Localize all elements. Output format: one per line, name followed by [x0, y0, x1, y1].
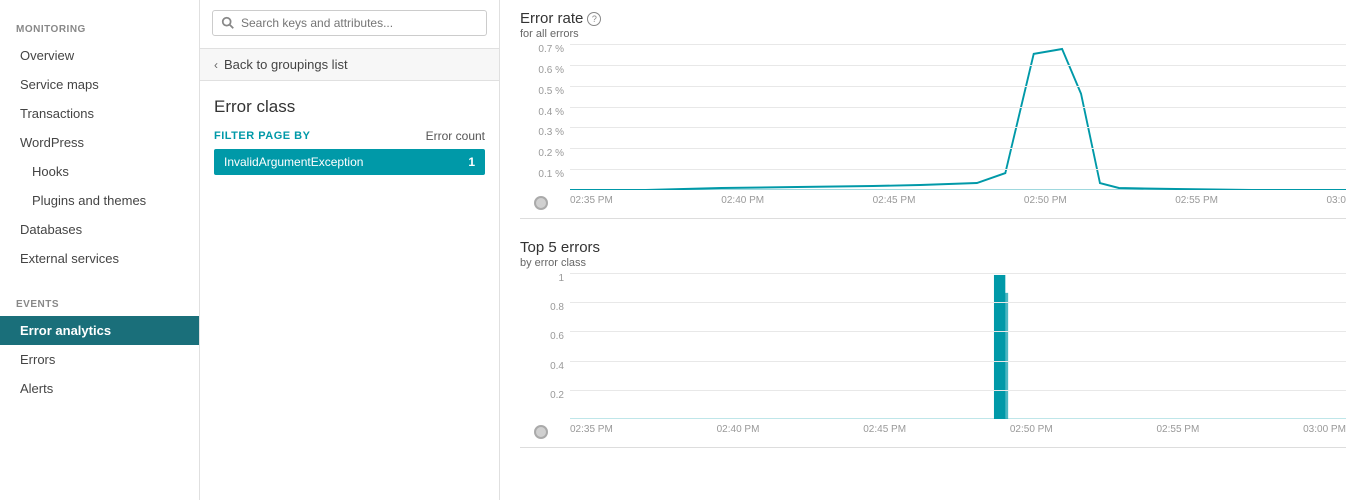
error-rate-subtitle: for all errors	[520, 28, 1346, 40]
sidebar-item-service-maps[interactable]: Service maps	[0, 70, 199, 99]
y-label-01: 0.1 %	[538, 169, 564, 180]
grid-line-t2	[570, 302, 1346, 303]
filter-header: FILTER PAGE BY Error count	[214, 129, 485, 143]
grid-line-t4	[570, 361, 1346, 362]
x-label-240: 02:40 PM	[721, 195, 764, 206]
middle-panel: ‹ Back to groupings list Error class FIL…	[200, 0, 500, 500]
help-icon[interactable]: ?	[587, 12, 601, 26]
x-label-t300: 03:00 PM	[1303, 424, 1346, 435]
top5-toggle[interactable]	[534, 425, 548, 439]
sidebar-item-external-services[interactable]: External services	[0, 244, 199, 273]
grid-line-6	[570, 148, 1346, 149]
error-rate-title: Error rate	[520, 10, 583, 27]
sidebar-item-hooks[interactable]: Hooks	[0, 157, 199, 186]
error-rate-y-axis: 0.7 % 0.6 % 0.5 % 0.4 % 0.3 % 0.2 % 0.1 …	[520, 44, 570, 190]
search-icon	[221, 16, 235, 30]
x-label-245: 02:45 PM	[873, 195, 916, 206]
y-label-1: 1	[558, 273, 564, 284]
top5-svg	[570, 273, 1346, 419]
grid-line-t5	[570, 390, 1346, 391]
top5-x-axis: 02:35 PM 02:40 PM 02:45 PM 02:50 PM 02:5…	[570, 419, 1346, 447]
error-rate-plot	[570, 44, 1346, 190]
y-label-02: 0.2	[550, 390, 564, 401]
y-label-02: 0.2 %	[538, 148, 564, 159]
x-label-235: 02:35 PM	[570, 195, 613, 206]
y-label-03: 0.3 %	[538, 127, 564, 138]
error-rate-x-axis: 02:35 PM 02:40 PM 02:45 PM 02:50 PM 02:5…	[570, 190, 1346, 218]
error-count-label: Error count	[426, 129, 485, 143]
error-rate-svg	[570, 44, 1346, 190]
sidebar-item-overview[interactable]: Overview	[0, 41, 199, 70]
x-label-255: 02:55 PM	[1175, 195, 1218, 206]
filter-exception-count: 1	[468, 155, 475, 169]
back-to-groupings-button[interactable]: ‹ Back to groupings list	[200, 48, 499, 81]
error-rate-toggle[interactable]	[534, 196, 548, 210]
top5-title: Top 5 errors	[520, 239, 1346, 256]
y-label-08: 0.8	[550, 302, 564, 313]
x-label-t255: 02:55 PM	[1157, 424, 1200, 435]
grid-line-5	[570, 127, 1346, 128]
y-label-07: 0.7 %	[538, 44, 564, 55]
grid-line-2	[570, 65, 1346, 66]
grid-line-1	[570, 44, 1346, 45]
x-label-t250: 02:50 PM	[1010, 424, 1053, 435]
sidebar-item-transactions[interactable]: Transactions	[0, 99, 199, 128]
error-class-section: Error class FILTER PAGE BY Error count I…	[200, 81, 499, 185]
sidebar-item-databases[interactable]: Databases	[0, 215, 199, 244]
x-label-t240: 02:40 PM	[717, 424, 760, 435]
sidebar: MONITORING Overview Service maps Transac…	[0, 0, 200, 500]
error-rate-section: Error rate ? for all errors 0.7 % 0.6 % …	[520, 10, 1346, 219]
grid-line-4	[570, 107, 1346, 108]
search-input[interactable]	[241, 16, 478, 30]
filter-page-by-label: FILTER PAGE BY	[214, 130, 310, 142]
filter-exception-name: InvalidArgumentException	[224, 155, 363, 169]
x-label-250: 02:50 PM	[1024, 195, 1067, 206]
top5-y-axis: 1 0.8 0.6 0.4 0.2	[520, 273, 570, 419]
sidebar-item-plugins-and-themes[interactable]: Plugins and themes	[0, 186, 199, 215]
grid-line-t3	[570, 331, 1346, 332]
grid-line-t1	[570, 273, 1346, 274]
y-label-06: 0.6	[550, 331, 564, 342]
charts-panel: Error rate ? for all errors 0.7 % 0.6 % …	[500, 0, 1366, 500]
x-label-300: 03:0	[1326, 195, 1345, 206]
events-section-label: EVENTS	[0, 285, 199, 316]
grid-line-3	[570, 86, 1346, 87]
x-label-t245: 02:45 PM	[863, 424, 906, 435]
sidebar-item-errors[interactable]: Errors	[0, 345, 199, 374]
top5-chart: 1 0.8 0.6 0.4 0.2	[520, 273, 1346, 448]
y-label-05: 0.5 %	[538, 86, 564, 97]
top5-errors-section: Top 5 errors by error class 1 0.8 0.6 0.…	[520, 239, 1346, 448]
sidebar-item-wordpress[interactable]: WordPress	[0, 128, 199, 157]
sidebar-item-error-analytics[interactable]: Error analytics	[0, 316, 199, 345]
error-rate-chart: 0.7 % 0.6 % 0.5 % 0.4 % 0.3 % 0.2 % 0.1 …	[520, 44, 1346, 219]
main-content: ‹ Back to groupings list Error class FIL…	[200, 0, 1366, 500]
search-box[interactable]	[212, 10, 487, 36]
monitoring-section-label: MONITORING	[0, 10, 199, 41]
sidebar-item-alerts[interactable]: Alerts	[0, 374, 199, 403]
back-label: Back to groupings list	[224, 57, 348, 72]
chevron-left-icon: ‹	[214, 58, 218, 72]
top5-subtitle: by error class	[520, 257, 1346, 269]
top5-plot	[570, 273, 1346, 419]
error-class-title: Error class	[214, 97, 485, 117]
y-label-06: 0.6 %	[538, 65, 564, 76]
x-label-t235: 02:35 PM	[570, 424, 613, 435]
filter-row-invalidargumentexception[interactable]: InvalidArgumentException 1	[214, 149, 485, 175]
y-label-04: 0.4	[550, 361, 564, 372]
grid-line-7	[570, 169, 1346, 170]
y-label-04: 0.4 %	[538, 107, 564, 118]
